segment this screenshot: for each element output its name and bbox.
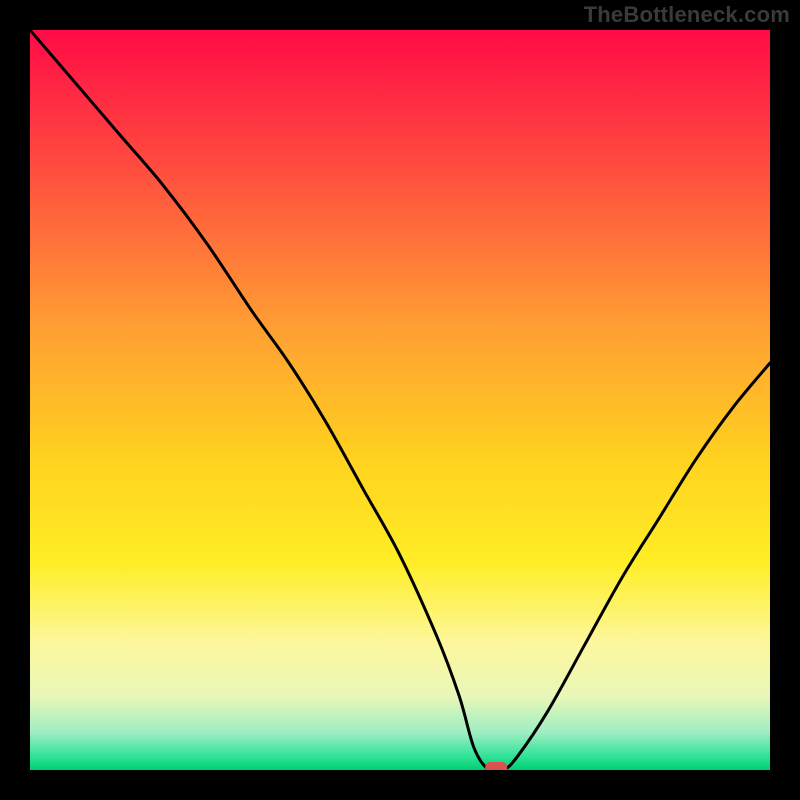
chart-svg <box>30 30 770 770</box>
gradient-background <box>30 30 770 770</box>
chart-frame: TheBottleneck.com <box>0 0 800 800</box>
watermark-text: TheBottleneck.com <box>584 2 790 28</box>
optimal-marker <box>485 762 507 770</box>
plot-area <box>30 30 770 770</box>
